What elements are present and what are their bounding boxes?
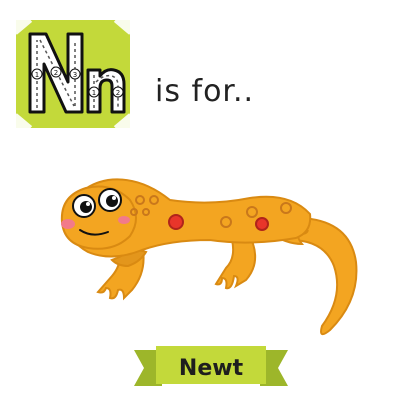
flashcard: 1 2 3 1 2 N n is for.. bbox=[0, 0, 416, 416]
word-label: Newt bbox=[178, 356, 244, 381]
word-ribbon bbox=[134, 346, 288, 386]
